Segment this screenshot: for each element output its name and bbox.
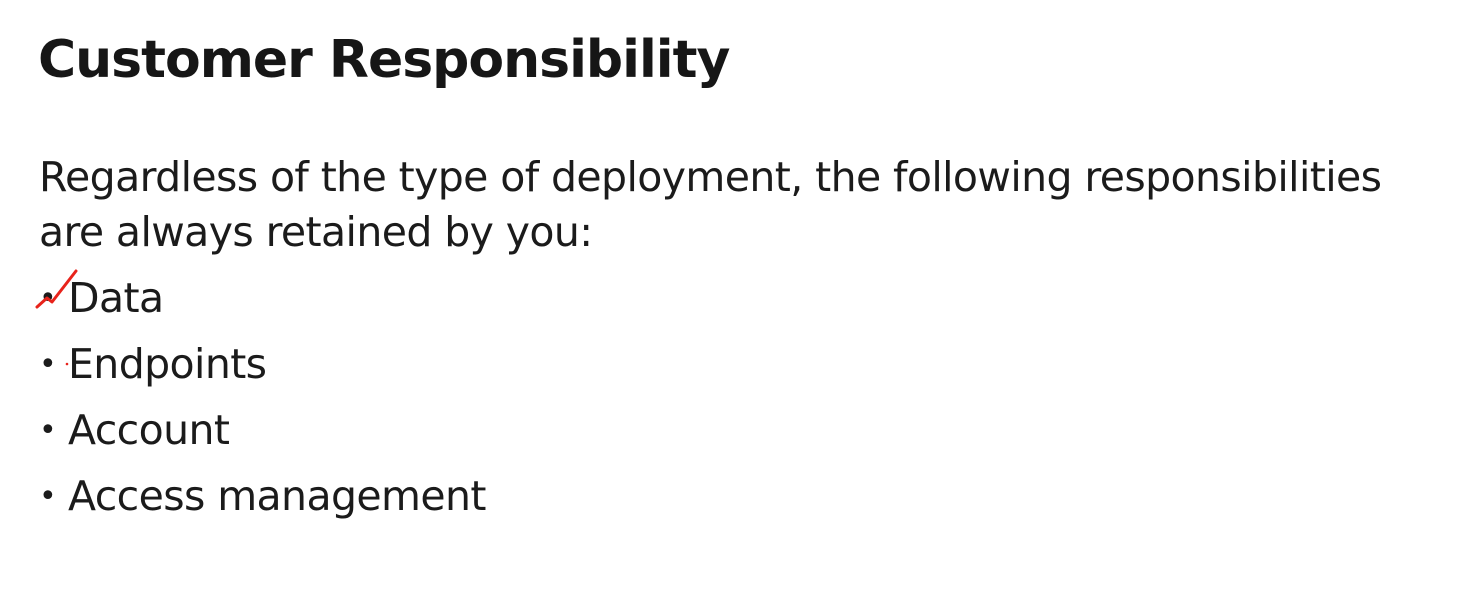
list-item-data: • Data bbox=[39, 268, 486, 334]
list-item-endpoints: • Endpoints bbox=[39, 334, 486, 400]
list-item-label: Data bbox=[68, 274, 164, 322]
bullet-icon: • bbox=[39, 413, 57, 448]
intro-paragraph: Regardless of the type of deployment, th… bbox=[39, 153, 1382, 256]
list-item-label: Access management bbox=[68, 472, 486, 520]
bullet-icon: • bbox=[39, 479, 57, 514]
slide: Customer Responsibility Regardless of th… bbox=[0, 0, 1470, 616]
bullet-icon: • bbox=[39, 347, 57, 382]
responsibility-list: • Data • Endpoints • Account • Access manage… bbox=[39, 268, 486, 532]
list-item-label: Account bbox=[68, 406, 230, 454]
list-item-access-management: • Access management bbox=[39, 466, 486, 532]
list-item-label: Endpoints bbox=[68, 340, 267, 388]
list-item-account: • Account bbox=[39, 400, 486, 466]
slide-title: Customer Responsibility bbox=[38, 30, 730, 90]
bullet-icon: • bbox=[39, 281, 57, 316]
